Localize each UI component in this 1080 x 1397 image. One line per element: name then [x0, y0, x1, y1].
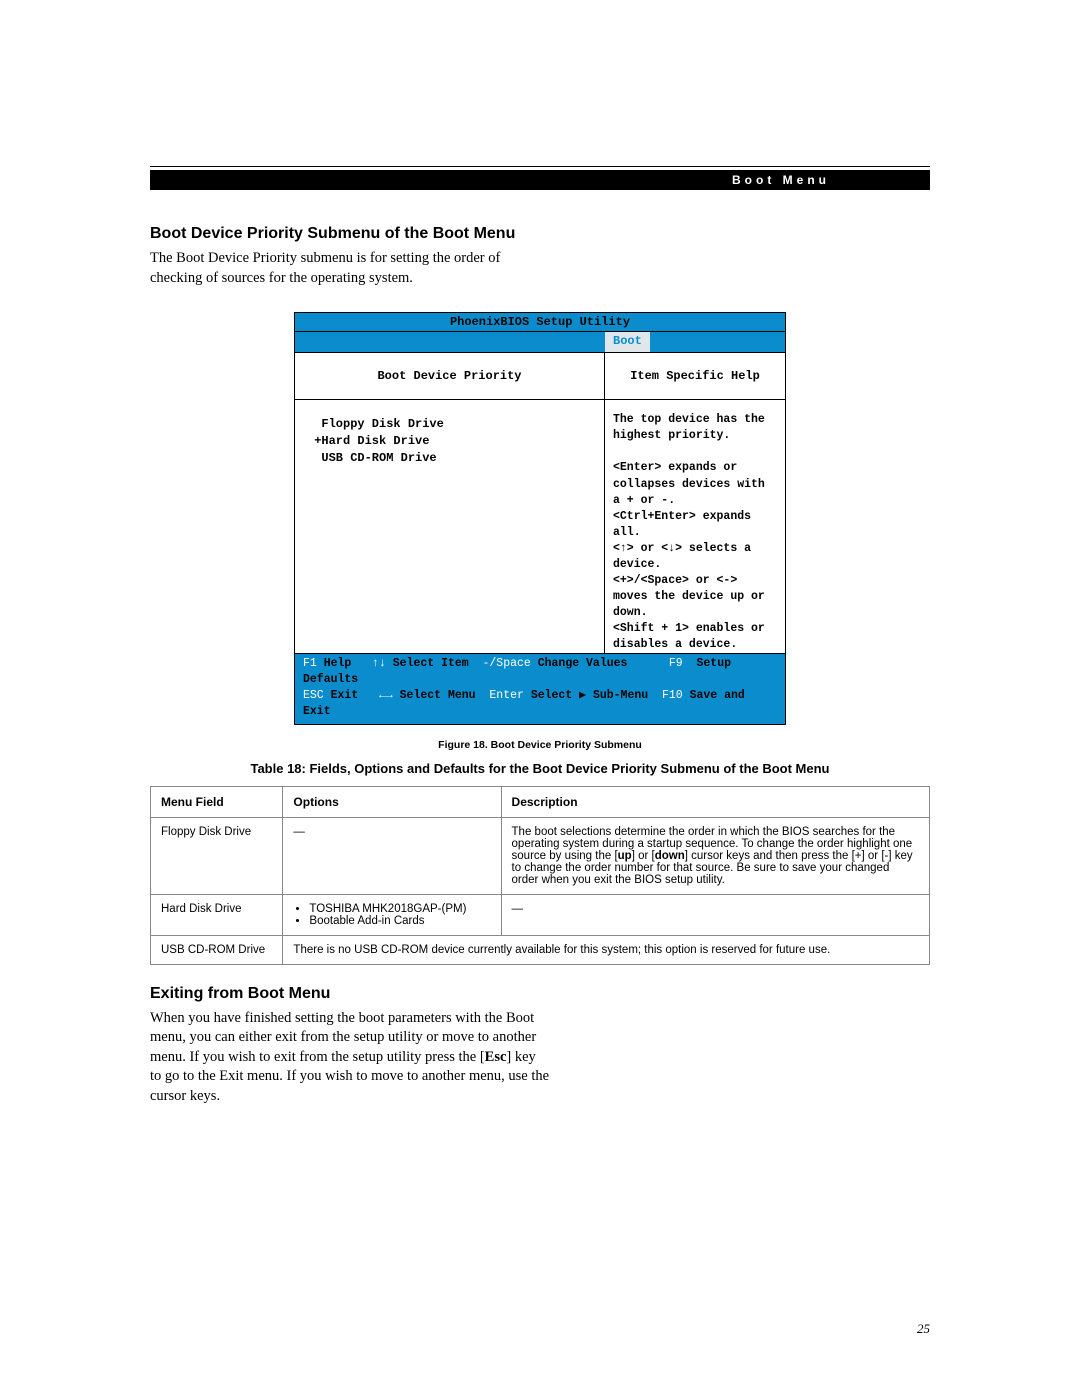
bios-left-pane: Boot Device Priority Floppy Disk Drive +…: [295, 353, 605, 653]
th-field: Menu Field: [151, 786, 283, 817]
table-row: Hard Disk DriveTOSHIBA MHK2018GAP-(PM)Bo…: [151, 894, 930, 935]
cell-field: USB CD-ROM Drive: [151, 935, 283, 964]
section-paragraph: The Boot Device Priority submenu is for …: [150, 249, 550, 288]
cell-description: There is no USB CD-ROM device currently …: [283, 935, 930, 964]
bios-footer: F1 Help ↑↓ Select Item -/Space Change Va…: [295, 654, 785, 723]
section-heading: Boot Device Priority Submenu of the Boot…: [150, 225, 930, 243]
header-bar: Boot Menu: [150, 170, 930, 190]
cell-description: The boot selections determine the order …: [501, 817, 929, 894]
th-options: Options: [283, 786, 501, 817]
bios-footer-row2: ESC Exit ←→ Select Menu Enter Select ▶ S…: [303, 688, 779, 720]
bios-title: PhoenixBIOS Setup Utility: [295, 313, 785, 332]
table-row: Floppy Disk Drive—The boot selections de…: [151, 817, 930, 894]
table-caption: Table 18: Fields, Options and Defaults f…: [150, 761, 930, 776]
bios-active-tab: Boot: [605, 332, 650, 352]
bios-right-title: Item Specific Help: [605, 353, 785, 400]
bios-body: Boot Device Priority Floppy Disk Drive +…: [295, 353, 785, 654]
figure-caption: Figure 18. Boot Device Priority Submenu: [150, 739, 930, 751]
table-row: USB CD-ROM DriveThere is no USB CD-ROM d…: [151, 935, 930, 964]
header-bar-label: Boot Menu: [732, 173, 830, 187]
bios-tabbar: Boot: [295, 332, 785, 353]
bios-footer-row1: F1 Help ↑↓ Select Item -/Space Change Va…: [303, 656, 779, 688]
cell-options: —: [283, 817, 501, 894]
cell-field: Hard Disk Drive: [151, 894, 283, 935]
bios-right-pane: Item Specific Help The top device has th…: [605, 353, 785, 653]
cell-options: TOSHIBA MHK2018GAP-(PM)Bootable Add-in C…: [283, 894, 501, 935]
header-divider: [150, 166, 930, 167]
bios-screenshot: PhoenixBIOS Setup Utility Boot Boot Devi…: [294, 312, 786, 724]
section2-heading: Exiting from Boot Menu: [150, 985, 930, 1003]
page-number: 25: [917, 1321, 930, 1337]
cell-description: —: [501, 894, 929, 935]
cell-field: Floppy Disk Drive: [151, 817, 283, 894]
bios-device-list: Floppy Disk Drive +Hard Disk Drive USB C…: [295, 400, 604, 653]
options-table: Menu Field Options Description Floppy Di…: [150, 786, 930, 965]
section2-paragraph: When you have finished setting the boot …: [150, 1009, 550, 1107]
th-desc: Description: [501, 786, 929, 817]
bios-help-text: The top device has the highest priority.…: [605, 400, 785, 665]
bios-left-title: Boot Device Priority: [295, 353, 604, 400]
